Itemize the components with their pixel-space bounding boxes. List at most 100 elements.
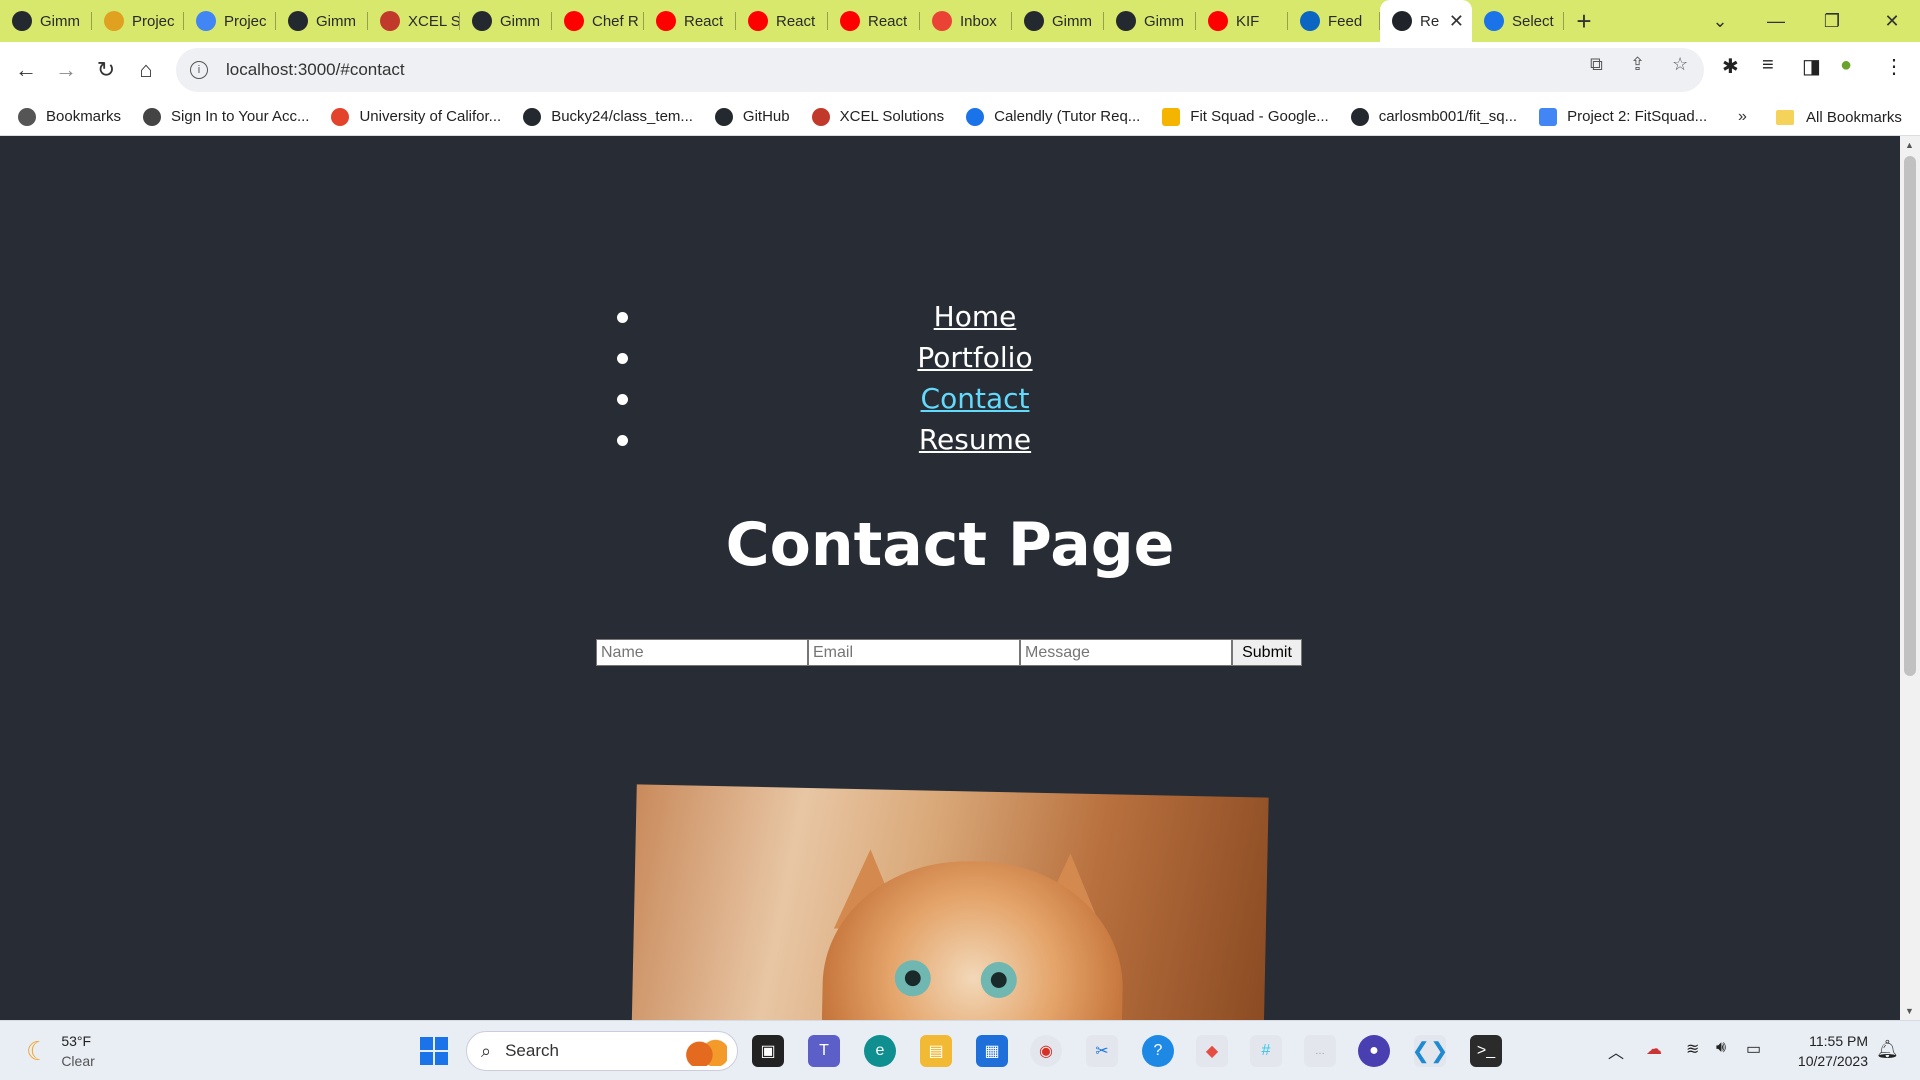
volume-icon[interactable]: 🔊︎ <box>1716 1039 1726 1057</box>
github-icon <box>1116 11 1136 31</box>
scroll-up-icon[interactable]: ▲ <box>1905 140 1914 150</box>
tab-9[interactable]: React <box>828 0 920 42</box>
wifi-icon[interactable]: ≋ <box>1686 1039 1699 1059</box>
home-button[interactable]: ⌂ <box>128 52 164 88</box>
open-in-app-icon[interactable]: ⧉ <box>1590 54 1603 75</box>
task-view-icon[interactable]: ▣ <box>752 1035 784 1067</box>
bookmark-7[interactable]: Fit Squad - Google... <box>1162 107 1329 126</box>
star-icon <box>18 107 36 126</box>
battery-icon[interactable]: ▭ <box>1746 1039 1761 1059</box>
forward-button[interactable]: → <box>48 52 84 88</box>
gitlab-icon <box>331 107 350 126</box>
bookmark-6[interactable]: Calendly (Tutor Req... <box>966 107 1140 126</box>
tab-8[interactable]: React <box>736 0 828 42</box>
system-clock[interactable]: 11:55 PM 10/27/2023 <box>1786 1031 1868 1071</box>
back-button[interactable]: ← <box>8 52 44 88</box>
extensions-icon[interactable]: ✱ <box>1722 54 1739 79</box>
minimize-button[interactable]: — <box>1748 0 1804 42</box>
site-info-icon[interactable]: i <box>190 61 208 79</box>
tab-6[interactable]: Chef R <box>552 0 644 42</box>
bookmark-5[interactable]: XCEL Solutions <box>811 107 945 126</box>
bookmark-0[interactable]: Bookmarks <box>18 107 121 126</box>
tab-0[interactable]: Gimm <box>0 0 92 42</box>
bookmark-3[interactable]: Bucky24/class_tem... <box>523 107 693 126</box>
toolbar: ← → ↻ ⌂ i localhost:3000/#contact ⧉ ⇪ ☆ … <box>0 42 1920 98</box>
teams-icon[interactable]: T <box>808 1035 840 1067</box>
taskbar: ☾ 53°F Clear ⌕ Search ▣ T e ▤ ▦ ◉ ✂ ? ◆ … <box>0 1020 1920 1080</box>
reload-button[interactable]: ↻ <box>88 52 124 88</box>
vscode-icon[interactable]: ❮❯ <box>1412 1035 1448 1067</box>
tab-2[interactable]: Projec <box>184 0 276 42</box>
new-tab-button[interactable]: + <box>1564 6 1604 37</box>
tray-overflow-icon[interactable]: ︿ <box>1608 1039 1624 1063</box>
youtube-icon <box>840 11 860 31</box>
tab-12[interactable]: Gimm <box>1104 0 1196 42</box>
file-explorer-icon[interactable]: ▤ <box>920 1035 952 1067</box>
close-tab-icon[interactable]: ✕ <box>1449 11 1464 32</box>
nav-link-contact[interactable]: Contact <box>921 382 1030 415</box>
scroll-down-icon[interactable]: ▼ <box>1905 1006 1914 1016</box>
address-bar[interactable]: i localhost:3000/#contact <box>176 48 1704 92</box>
bookmark-2[interactable]: University of Califor... <box>331 107 501 126</box>
trello-icon <box>104 11 124 31</box>
app-icon[interactable]: … <box>1304 1035 1336 1067</box>
bookmark-1[interactable]: Sign In to Your Acc... <box>143 107 309 126</box>
tab-10[interactable]: Inbox <box>920 0 1012 42</box>
bookmark-label: carlosmb001/fit_sq... <box>1378 108 1518 125</box>
bookmark-4[interactable]: GitHub <box>714 107 790 126</box>
notification-bell-icon[interactable]: 🔔︎ <box>1876 1039 1899 1060</box>
close-window-button[interactable]: ✕ <box>1864 0 1920 42</box>
start-button[interactable] <box>420 1037 448 1065</box>
tab-1[interactable]: Projec <box>92 0 184 42</box>
share-icon[interactable]: ⇪ <box>1630 54 1645 75</box>
nav-link-portfolio[interactable]: Portfolio <box>917 341 1032 374</box>
slack-icon[interactable]: # <box>1250 1035 1282 1067</box>
help-app-icon[interactable]: ? <box>1142 1035 1174 1067</box>
profile-avatar-icon[interactable]: ● <box>1840 54 1852 77</box>
tab-14[interactable]: Feed <box>1288 0 1380 42</box>
page-scrollbar[interactable]: ▲ ▼ <box>1900 136 1920 1020</box>
tab-15[interactable]: Re ✕ <box>1380 0 1472 42</box>
scrollbar-thumb[interactable] <box>1904 156 1916 676</box>
tab-4[interactable]: XCEL S <box>368 0 460 42</box>
snipping-tool-icon[interactable]: ✂ <box>1086 1035 1118 1067</box>
bookmark-8[interactable]: carlosmb001/fit_sq... <box>1350 107 1518 126</box>
youtube-icon <box>564 11 584 31</box>
all-bookmarks-button[interactable]: All Bookmarks <box>1776 98 1902 136</box>
tab-13[interactable]: KIF <box>1196 0 1288 42</box>
network-alert-icon[interactable]: ☁ <box>1646 1039 1662 1059</box>
bookmark-label: Bucky24/class_tem... <box>551 108 693 125</box>
message-input[interactable] <box>1020 639 1232 666</box>
tab-11[interactable]: Gimm <box>1012 0 1104 42</box>
tab-7[interactable]: React <box>644 0 736 42</box>
tab-label: Gimm <box>500 12 540 30</box>
weather-widget[interactable]: ☾ 53°F Clear <box>26 1031 95 1071</box>
bookmark-9[interactable]: Project 2: FitSquad... <box>1539 107 1707 126</box>
tab-16[interactable]: Select <box>1472 0 1564 42</box>
email-input[interactable] <box>808 639 1020 666</box>
bookmarks-overflow-icon[interactable]: » <box>1738 108 1747 126</box>
menu-kebab-icon[interactable]: ⋮ <box>1884 54 1904 79</box>
gmail-icon <box>932 11 952 31</box>
notes-app-icon[interactable]: ● <box>1358 1035 1390 1067</box>
chrome-icon[interactable]: ◉ <box>1030 1035 1062 1067</box>
tab-5[interactable]: Gimm <box>460 0 552 42</box>
tab-3[interactable]: Gimm <box>276 0 368 42</box>
nav-link-home[interactable]: Home <box>934 300 1017 333</box>
store-icon[interactable]: ▦ <box>976 1035 1008 1067</box>
name-input[interactable] <box>596 639 808 666</box>
submit-button[interactable]: Submit <box>1232 639 1302 666</box>
gitkraken-icon[interactable]: ◆ <box>1196 1035 1228 1067</box>
nav-link-resume[interactable]: Resume <box>919 423 1031 456</box>
edge-icon[interactable]: e <box>864 1035 896 1067</box>
restore-button[interactable]: ❐ <box>1804 0 1860 42</box>
bookmark-star-icon[interactable]: ☆ <box>1672 54 1688 75</box>
search-icon: ⌕ <box>481 1040 492 1061</box>
tab-search-icon[interactable]: ⌄ <box>1692 0 1748 42</box>
media-control-icon[interactable]: ≡ <box>1762 54 1774 77</box>
bookmark-label: XCEL Solutions <box>839 108 945 125</box>
taskbar-search[interactable]: ⌕ Search <box>466 1031 738 1071</box>
terminal-icon[interactable]: >_ <box>1470 1035 1502 1067</box>
side-panel-icon[interactable]: ◨ <box>1802 54 1821 79</box>
chrome-icon <box>1484 11 1504 31</box>
